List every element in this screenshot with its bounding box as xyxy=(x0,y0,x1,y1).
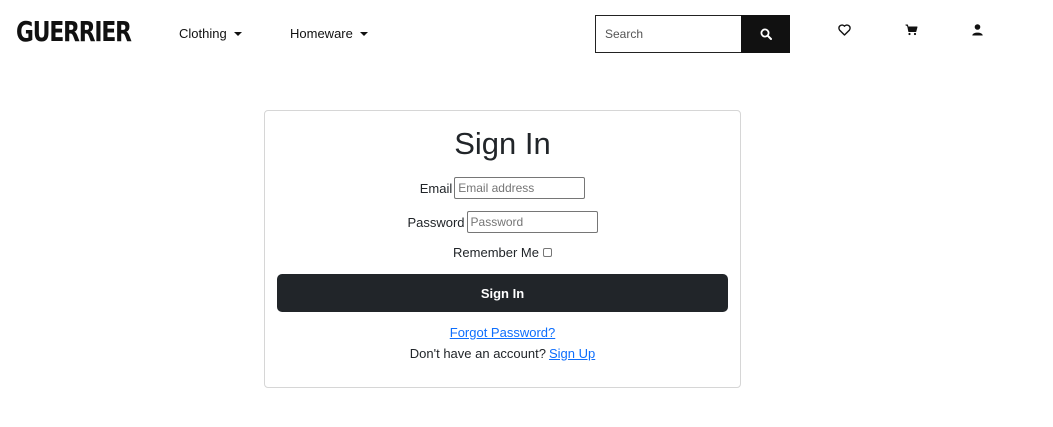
no-account-text: Don't have an account? xyxy=(409,346,546,361)
password-label: Password xyxy=(407,214,465,230)
sign-up-link[interactable]: Sign Up xyxy=(549,346,595,361)
search-button[interactable] xyxy=(741,15,790,53)
search-icon xyxy=(760,28,772,40)
nav-homeware-label: Homeware xyxy=(290,26,353,41)
remember-checkbox[interactable] xyxy=(542,248,552,257)
account-button[interactable] xyxy=(969,22,985,38)
search-form xyxy=(595,15,790,53)
caret-down-icon xyxy=(233,32,242,36)
password-field[interactable] xyxy=(466,211,598,233)
nav-homeware-dropdown[interactable]: Homeware xyxy=(290,24,368,44)
signup-row: Don't have an account? Sign Up xyxy=(265,346,740,361)
email-row: Email xyxy=(265,177,740,199)
signin-card: Sign In Email Password Remember Me Sign … xyxy=(264,110,741,388)
nav-clothing-dropdown[interactable]: Clothing xyxy=(179,24,242,44)
email-label: Email xyxy=(419,180,453,196)
page-title: Sign In xyxy=(454,126,551,161)
sign-in-button[interactable]: Sign In xyxy=(277,274,728,312)
forgot-password-link[interactable]: Forgot Password? xyxy=(450,325,556,340)
navbar: GUERRIER Clothing Homeware xyxy=(0,0,1053,66)
remember-label: Remember Me xyxy=(453,245,539,260)
nav-clothing-label: Clothing xyxy=(179,26,227,41)
caret-down-icon xyxy=(359,32,368,36)
brand-logo[interactable]: GUERRIER xyxy=(16,16,132,48)
forgot-row: Forgot Password? xyxy=(265,325,740,340)
search-input[interactable] xyxy=(595,15,741,53)
heart-icon xyxy=(837,24,851,36)
wishlist-button[interactable] xyxy=(836,22,852,38)
password-row: Password xyxy=(265,211,740,233)
cart-icon xyxy=(905,24,917,36)
cart-button[interactable] xyxy=(903,22,919,38)
remember-row: Remember Me xyxy=(265,245,740,260)
email-field[interactable] xyxy=(454,177,586,199)
user-icon xyxy=(971,24,983,36)
